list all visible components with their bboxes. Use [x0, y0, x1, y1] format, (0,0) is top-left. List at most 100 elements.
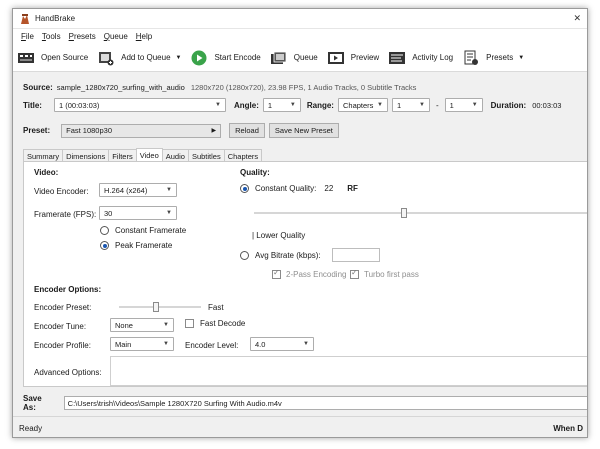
turbo-checkbox[interactable] — [350, 268, 359, 279]
range-label: Range: — [306, 100, 334, 110]
encoder-tune-value: None — [115, 320, 133, 330]
range-start-value: 1 — [396, 100, 402, 110]
chevron-down-icon[interactable]: ▼ — [176, 55, 182, 61]
framerate-value: 30 — [104, 208, 113, 218]
when-done-label[interactable]: When D — [553, 424, 583, 433]
add-to-queue-button[interactable]: Add to Queue ▼ — [97, 50, 181, 66]
chevron-down-icon: ▼ — [163, 341, 169, 347]
menu-presets[interactable]: Presets — [65, 32, 100, 41]
range-mode-value: Chapters — [342, 100, 374, 110]
peak-framerate-radio[interactable] — [100, 241, 109, 250]
avg-bitrate-input[interactable] — [332, 248, 380, 262]
save-new-preset-button[interactable]: Save New Preset — [268, 123, 339, 138]
angle-select[interactable]: 1 ▼ — [262, 98, 301, 112]
open-source-button[interactable]: Open Source — [17, 50, 88, 66]
preview-label: Preview — [350, 53, 380, 62]
title-bar: HandBrake ✕ — [13, 9, 587, 29]
avg-bitrate-radio[interactable] — [240, 251, 249, 260]
range-end-select[interactable]: 1 ▼ — [444, 98, 483, 112]
open-source-label: Open Source — [41, 53, 89, 62]
angle-value: 1 — [267, 100, 273, 110]
two-pass-label: 2-Pass Encoding — [286, 270, 347, 279]
encoder-profile-value: Main — [115, 339, 132, 349]
fast-decode-option[interactable]: Fast Decode — [185, 319, 245, 328]
menu-tools[interactable]: Tools — [38, 32, 65, 41]
preset-value: Fast 1080p30 — [66, 126, 112, 135]
constant-quality-value: 22 — [324, 184, 334, 193]
start-encode-label: Start Encode — [214, 53, 261, 62]
duration-label: Duration: — [490, 100, 527, 110]
title-row: Title: 1 (00:03:03) ▼ Angle: 1 ▼ Range: Ch… — [23, 98, 561, 112]
fast-decode-checkbox[interactable] — [185, 319, 194, 328]
queue-label: Queue — [293, 53, 318, 62]
encoder-level-select[interactable]: 4.0 ▼ — [250, 337, 314, 351]
menu-file[interactable]: File — [17, 32, 38, 41]
video-encoder-select[interactable]: H.264 (x264) ▼ — [99, 183, 177, 197]
presets-label: Presets — [486, 53, 514, 62]
preset-selector[interactable]: Fast 1080p30 ▶ — [61, 123, 222, 138]
quality-slider-thumb[interactable] — [400, 208, 407, 218]
encoder-preset-value: Fast — [208, 303, 224, 312]
range-mode-select[interactable]: Chapters ▼ — [337, 98, 388, 112]
tab-video[interactable]: Video — [135, 148, 163, 162]
save-as-label: Save As: — [23, 394, 42, 412]
activity-log-label: Activity Log — [412, 53, 454, 62]
range-end-value: 1 — [449, 100, 454, 110]
constant-quality-label: Constant Quality: — [255, 184, 317, 193]
presets-button[interactable]: Presets ▼ — [462, 50, 524, 66]
source-name: sample_1280x720_surfing_with_audio — [56, 83, 185, 92]
presets-icon — [462, 50, 480, 66]
title-select[interactable]: 1 (00:03:03) ▼ — [53, 98, 226, 112]
framerate-label: Framerate (FPS): — [34, 210, 97, 219]
menu-bar: File Tools Presets Queue Help — [13, 29, 587, 44]
toolbar: Open Source Add to Queue ▼ Start Encode … — [13, 44, 587, 72]
two-pass-checkbox[interactable] — [272, 268, 281, 279]
queue-button[interactable]: Queue — [270, 50, 318, 66]
advanced-options-label: Advanced Options: — [34, 368, 102, 377]
encoder-preset-slider-thumb[interactable] — [152, 302, 159, 312]
activity-log-button[interactable]: Activity Log — [388, 50, 453, 66]
preview-button[interactable]: Preview — [327, 50, 379, 66]
save-as-path-input[interactable]: C:\Users\trish\Videos\Sample 1280X720 Su… — [63, 396, 587, 410]
constant-framerate-radio[interactable] — [100, 226, 109, 235]
video-tab-panel: Video: Video Encoder: H.264 (x264) ▼ Fram… — [23, 161, 587, 387]
constant-quality-radio[interactable] — [240, 184, 249, 193]
title-label: Title: — [23, 100, 42, 110]
constant-quality-option[interactable]: Constant Quality: 22 RF — [240, 184, 358, 193]
peak-framerate-option[interactable]: Peak Framerate — [100, 241, 172, 250]
constant-framerate-option[interactable]: Constant Framerate — [100, 226, 186, 235]
menu-queue[interactable]: Queue — [100, 32, 132, 41]
encoder-preset-slider-track[interactable] — [119, 306, 201, 308]
advanced-options-input[interactable] — [110, 356, 587, 386]
chevron-down-icon: ▼ — [166, 210, 172, 216]
constant-framerate-label: Constant Framerate — [115, 226, 187, 235]
chevron-down-icon: ▼ — [377, 102, 383, 108]
source-info: 1280x720 (1280x720), 23.98 FPS, 1 Audio … — [190, 83, 417, 92]
reload-button[interactable]: Reload — [229, 123, 265, 138]
framerate-select[interactable]: 30 ▼ — [99, 206, 177, 220]
two-pass-option[interactable]: 2-Pass Encoding — [272, 268, 347, 279]
encoder-profile-select[interactable]: Main ▼ — [110, 337, 174, 351]
chevron-right-icon: ▶ — [211, 128, 217, 134]
preset-label: Preset: — [23, 126, 51, 135]
title-value: 1 (00:03:03) — [58, 100, 100, 110]
chevron-down-icon: ▼ — [215, 102, 221, 108]
source-row: Source: sample_1280x720_surfing_with_aud… — [23, 83, 416, 92]
chevron-down-icon: ▼ — [166, 187, 172, 193]
source-label: Source: — [23, 83, 53, 92]
avg-bitrate-option[interactable]: Avg Bitrate (kbps): — [240, 251, 321, 260]
range-start-select[interactable]: 1 ▼ — [391, 98, 430, 112]
chevron-down-icon: ▼ — [419, 102, 425, 108]
quality-slider-track[interactable] — [254, 212, 587, 214]
close-icon[interactable]: ✕ — [573, 13, 581, 24]
menu-help[interactable]: Help — [132, 32, 156, 41]
encoder-level-value: 4.0 — [255, 339, 266, 349]
rf-label: RF — [347, 184, 358, 193]
queue-icon — [270, 50, 288, 66]
chevron-down-icon[interactable]: ▼ — [518, 55, 524, 61]
add-queue-icon — [97, 50, 115, 66]
start-encode-button[interactable]: Start Encode — [190, 50, 261, 66]
encoder-tune-select[interactable]: None ▼ — [110, 318, 174, 332]
handbrake-logo-icon — [21, 13, 29, 24]
turbo-option[interactable]: Turbo first pass — [350, 268, 419, 279]
